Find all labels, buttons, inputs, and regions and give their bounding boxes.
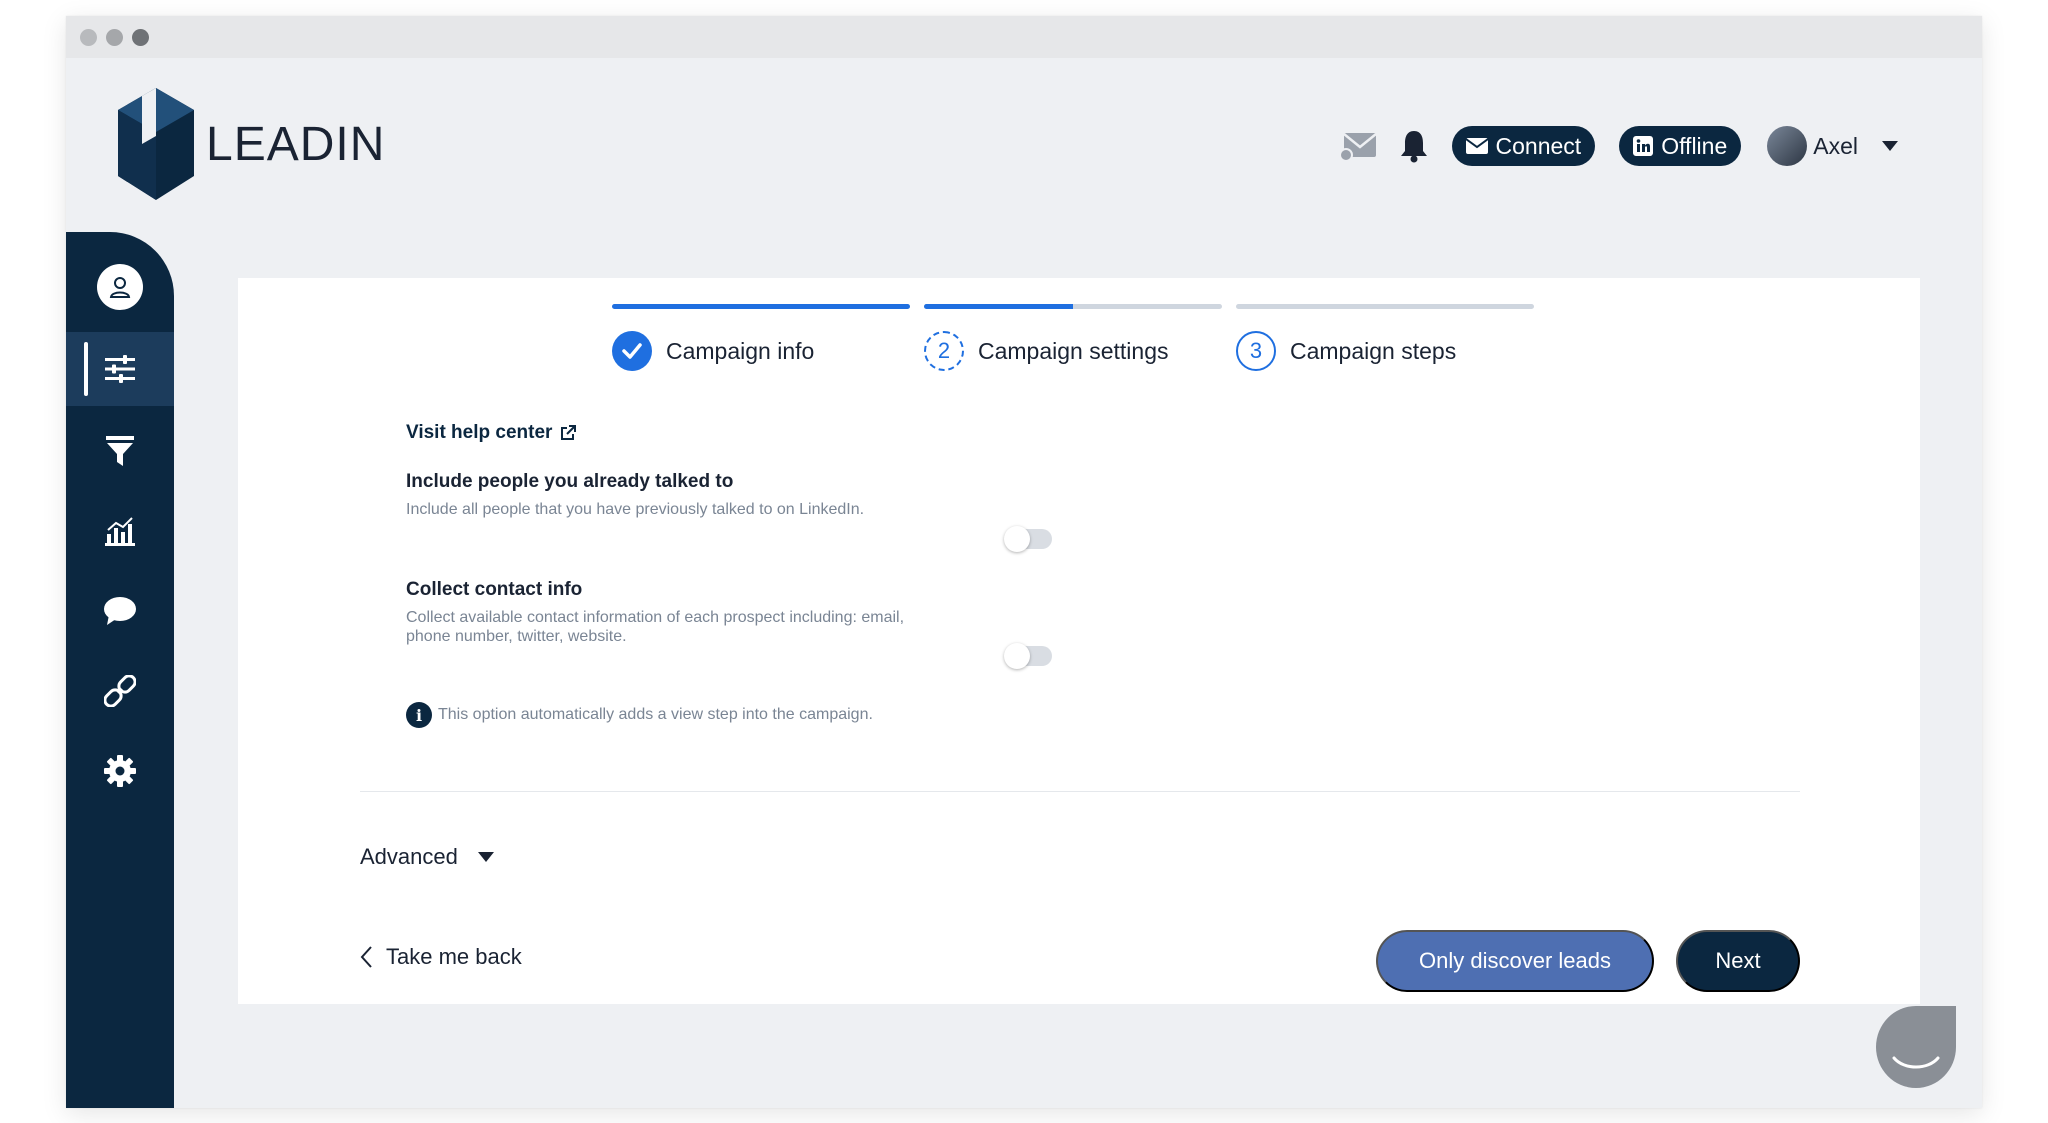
- linkedin-status-button[interactable]: Offline: [1619, 126, 1742, 166]
- bar-chart-icon: [105, 517, 135, 546]
- chat-widget-icon: [1892, 1056, 1940, 1069]
- sidebar-item-settings[interactable]: [66, 734, 174, 808]
- option-description: Include all people that you have previou…: [406, 501, 865, 518]
- step-label: Campaign steps: [1290, 337, 1457, 364]
- sidebar-item-filters[interactable]: [66, 414, 174, 488]
- brand-name: LEADIN: [206, 117, 386, 171]
- user-icon: [97, 264, 143, 310]
- window-dot[interactable]: [132, 29, 149, 46]
- funnel-icon: [106, 436, 134, 466]
- bell-icon[interactable]: [1400, 129, 1428, 163]
- sidebar-item-integrations[interactable]: [66, 654, 174, 728]
- top-bar: Connect Offline Axel: [1338, 124, 1898, 168]
- chevron-down-icon: [477, 852, 494, 862]
- connect-button[interactable]: Connect: [1451, 126, 1596, 166]
- check-icon: [612, 331, 652, 371]
- option-title: Include people you already talked to: [406, 471, 734, 492]
- option-description: Collect available contact information of…: [406, 609, 905, 645]
- linkedin-status-label: Offline: [1661, 132, 1728, 159]
- support-chat-button[interactable]: [1876, 1006, 1956, 1088]
- info-icon: i: [406, 702, 432, 728]
- info-note: i This option automatically adds a view …: [406, 702, 873, 728]
- window-titlebar: [66, 16, 1982, 58]
- chevron-left-icon: [360, 946, 372, 968]
- collect-contact-toggle[interactable]: [1004, 643, 1052, 669]
- campaign-settings-card: Campaign info 2 Campaign settings 3 Camp…: [238, 278, 1920, 1004]
- info-note-text: This option automatically adds a view st…: [438, 706, 873, 723]
- advanced-label: Advanced: [360, 844, 458, 869]
- mail-icon[interactable]: [1338, 131, 1378, 161]
- window-dot[interactable]: [106, 29, 123, 46]
- step-campaign-info[interactable]: Campaign info: [612, 331, 814, 371]
- envelope-icon: [1465, 138, 1488, 154]
- leadin-logo-icon: [118, 88, 194, 200]
- toggle-knob: [1004, 643, 1030, 669]
- sidebar: [66, 232, 174, 1108]
- divider: [360, 791, 1800, 792]
- sidebar-item-profile[interactable]: [66, 250, 174, 324]
- back-link[interactable]: Take me back: [360, 944, 522, 970]
- connect-label: Connect: [1495, 132, 1582, 159]
- step-progress-bar: [924, 304, 1222, 309]
- step-label: Campaign settings: [978, 337, 1169, 364]
- external-link-icon: [561, 425, 577, 440]
- step-progress-bar: [612, 304, 910, 309]
- sliders-icon: [105, 355, 135, 383]
- avatar: [1767, 126, 1808, 166]
- gear-icon: [104, 755, 136, 787]
- linkedin-icon: [1633, 136, 1654, 156]
- user-name: Axel: [1813, 132, 1858, 159]
- step-label: Campaign info: [666, 337, 815, 364]
- user-menu[interactable]: Axel: [1767, 126, 1898, 166]
- sidebar-item-analytics[interactable]: [66, 494, 174, 568]
- include-talked-toggle[interactable]: [1004, 526, 1052, 552]
- step-campaign-steps[interactable]: 3 Campaign steps: [1236, 331, 1456, 371]
- only-discover-leads-button[interactable]: Only discover leads: [1376, 930, 1654, 992]
- brand-logo[interactable]: LEADIN: [116, 88, 385, 200]
- advanced-toggle[interactable]: Advanced: [360, 844, 494, 870]
- chevron-down-icon: [1882, 141, 1898, 151]
- step-progress-bar: [1236, 304, 1534, 309]
- app-window: LEADIN Connect Offline Axel Campaign inf…: [66, 16, 1982, 1108]
- step-campaign-settings[interactable]: 2 Campaign settings: [924, 331, 1169, 371]
- help-center-link[interactable]: Visit help center: [406, 422, 577, 444]
- help-center-label: Visit help center: [406, 422, 553, 443]
- sidebar-item-messages[interactable]: [66, 574, 174, 648]
- back-label: Take me back: [386, 944, 522, 969]
- step-number: 3: [1236, 331, 1276, 371]
- window-dot[interactable]: [80, 29, 97, 46]
- next-button[interactable]: Next: [1676, 930, 1800, 992]
- chat-icon: [104, 597, 136, 625]
- step-number: 2: [924, 331, 964, 371]
- option-title: Collect contact info: [406, 579, 583, 600]
- toggle-knob: [1004, 526, 1030, 552]
- link-icon: [104, 675, 136, 707]
- sidebar-item-campaigns[interactable]: [66, 332, 174, 406]
